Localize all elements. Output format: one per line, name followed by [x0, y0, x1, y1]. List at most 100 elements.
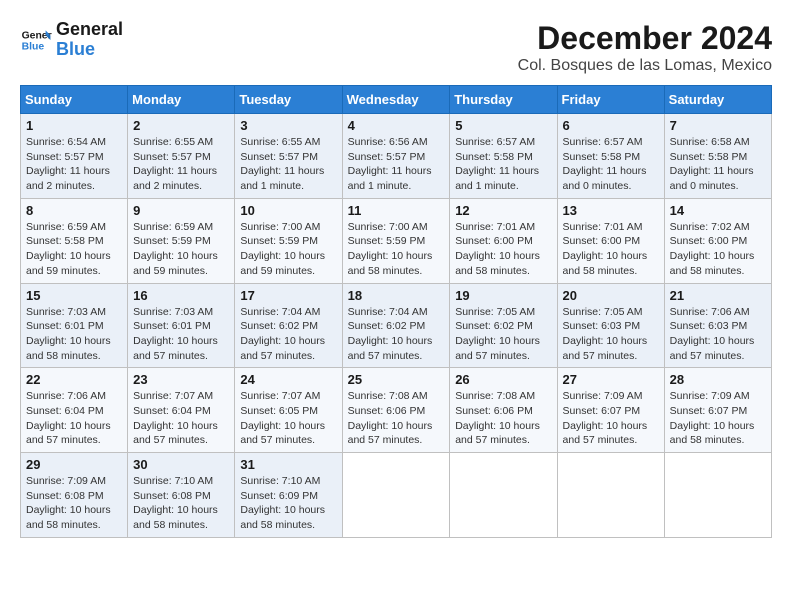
day-info: Sunrise: 7:01 AM Sunset: 6:00 PM Dayligh… [455, 220, 551, 279]
day-info: Sunrise: 6:54 AM Sunset: 5:57 PM Dayligh… [26, 135, 122, 194]
day-number: 21 [670, 288, 766, 303]
day-number: 30 [133, 457, 229, 472]
month-title: December 2024 [518, 20, 772, 57]
calendar-cell: 17 Sunrise: 7:04 AM Sunset: 6:02 PM Dayli… [235, 283, 342, 368]
day-number: 31 [240, 457, 336, 472]
calendar-cell [664, 453, 771, 538]
day-number: 2 [133, 118, 229, 133]
day-info: Sunrise: 7:03 AM Sunset: 6:01 PM Dayligh… [133, 305, 229, 364]
day-number: 28 [670, 372, 766, 387]
calendar-week-5: 29 Sunrise: 7:09 AM Sunset: 6:08 PM Dayli… [21, 453, 772, 538]
day-number: 29 [26, 457, 122, 472]
day-info: Sunrise: 6:59 AM Sunset: 5:58 PM Dayligh… [26, 220, 122, 279]
day-info: Sunrise: 7:10 AM Sunset: 6:08 PM Dayligh… [133, 474, 229, 533]
day-number: 25 [348, 372, 445, 387]
day-info: Sunrise: 7:09 AM Sunset: 6:07 PM Dayligh… [670, 389, 766, 448]
day-number: 5 [455, 118, 551, 133]
day-number: 10 [240, 203, 336, 218]
calendar-week-2: 8 Sunrise: 6:59 AM Sunset: 5:58 PM Daylig… [21, 198, 772, 283]
day-number: 20 [563, 288, 659, 303]
calendar-cell: 26Sunrise: 7:08 AM Sunset: 6:06 PM Dayli… [450, 368, 557, 453]
day-number: 24 [240, 372, 336, 387]
svg-text:Blue: Blue [22, 41, 45, 52]
header-row: Sunday Monday Tuesday Wednesday Thursday… [21, 86, 772, 114]
calendar-cell: 9 Sunrise: 6:59 AM Sunset: 5:59 PM Daylig… [128, 198, 235, 283]
day-info: Sunrise: 7:06 AM Sunset: 6:04 PM Dayligh… [26, 389, 122, 448]
day-number: 19 [455, 288, 551, 303]
day-number: 12 [455, 203, 551, 218]
calendar-cell: 14 Sunrise: 7:02 AM Sunset: 6:00 PM Dayli… [664, 198, 771, 283]
calendar-cell: 12 Sunrise: 7:01 AM Sunset: 6:00 PM Dayli… [450, 198, 557, 283]
day-number: 26 [455, 372, 551, 387]
col-monday: Monday [128, 86, 235, 114]
day-info: Sunrise: 7:08 AM Sunset: 6:06 PM Dayligh… [348, 389, 445, 448]
day-info: Sunrise: 7:02 AM Sunset: 6:00 PM Dayligh… [670, 220, 766, 279]
day-number: 14 [670, 203, 766, 218]
day-number: 9 [133, 203, 229, 218]
day-info: Sunrise: 6:59 AM Sunset: 5:59 PM Dayligh… [133, 220, 229, 279]
calendar-week-4: 22 Sunrise: 7:06 AM Sunset: 6:04 PM Dayli… [21, 368, 772, 453]
day-number: 18 [348, 288, 445, 303]
col-sunday: Sunday [21, 86, 128, 114]
header: General Blue General Blue December 2024 … [20, 20, 772, 75]
day-number: 6 [563, 118, 659, 133]
calendar-cell: 28 Sunrise: 7:09 AM Sunset: 6:07 PM Dayli… [664, 368, 771, 453]
calendar-cell: 1 Sunrise: 6:54 AM Sunset: 5:57 PM Daylig… [21, 114, 128, 199]
day-info: Sunrise: 7:00 AM Sunset: 5:59 PM Dayligh… [240, 220, 336, 279]
day-info: Sunrise: 6:57 AM Sunset: 5:58 PM Dayligh… [563, 135, 659, 194]
location-title: Col. Bosques de las Lomas, Mexico [518, 57, 772, 75]
day-number: 3 [240, 118, 336, 133]
calendar-cell: 2Sunrise: 6:55 AM Sunset: 5:57 PM Daylig… [128, 114, 235, 199]
calendar-cell: 13 Sunrise: 7:01 AM Sunset: 6:00 PM Dayli… [557, 198, 664, 283]
day-info: Sunrise: 7:09 AM Sunset: 6:07 PM Dayligh… [563, 389, 659, 448]
day-number: 13 [563, 203, 659, 218]
day-info: Sunrise: 6:55 AM Sunset: 5:57 PM Dayligh… [240, 135, 336, 194]
calendar-cell: 7 Sunrise: 6:58 AM Sunset: 5:58 PM Daylig… [664, 114, 771, 199]
calendar-cell: 6 Sunrise: 6:57 AM Sunset: 5:58 PM Daylig… [557, 114, 664, 199]
title-area: December 2024 Col. Bosques de las Lomas,… [518, 20, 772, 75]
col-saturday: Saturday [664, 86, 771, 114]
logo-text: General Blue [56, 20, 123, 60]
day-info: Sunrise: 7:03 AM Sunset: 6:01 PM Dayligh… [26, 305, 122, 364]
calendar-cell: 10 Sunrise: 7:00 AM Sunset: 5:59 PM Dayli… [235, 198, 342, 283]
calendar-cell: 29 Sunrise: 7:09 AM Sunset: 6:08 PM Dayli… [21, 453, 128, 538]
day-info: Sunrise: 7:01 AM Sunset: 6:00 PM Dayligh… [563, 220, 659, 279]
calendar-week-3: 15 Sunrise: 7:03 AM Sunset: 6:01 PM Dayli… [21, 283, 772, 368]
day-number: 4 [348, 118, 445, 133]
day-info: Sunrise: 7:04 AM Sunset: 6:02 PM Dayligh… [348, 305, 445, 364]
day-number: 8 [26, 203, 122, 218]
calendar-cell: 4 Sunrise: 6:56 AM Sunset: 5:57 PM Daylig… [342, 114, 450, 199]
day-info: Sunrise: 7:05 AM Sunset: 6:02 PM Dayligh… [455, 305, 551, 364]
calendar-cell: 31 Sunrise: 7:10 AM Sunset: 6:09 PM Dayli… [235, 453, 342, 538]
day-number: 22 [26, 372, 122, 387]
day-number: 1 [26, 118, 122, 133]
logo: General Blue General Blue [20, 20, 123, 60]
calendar-cell: 21Sunrise: 7:06 AM Sunset: 6:03 PM Dayli… [664, 283, 771, 368]
calendar-cell [342, 453, 450, 538]
calendar-cell: 8 Sunrise: 6:59 AM Sunset: 5:58 PM Daylig… [21, 198, 128, 283]
calendar-cell: 30 Sunrise: 7:10 AM Sunset: 6:08 PM Dayli… [128, 453, 235, 538]
col-friday: Friday [557, 86, 664, 114]
logo-icon: General Blue [20, 24, 52, 56]
day-info: Sunrise: 7:04 AM Sunset: 6:02 PM Dayligh… [240, 305, 336, 364]
day-number: 7 [670, 118, 766, 133]
col-wednesday: Wednesday [342, 86, 450, 114]
day-info: Sunrise: 7:07 AM Sunset: 6:05 PM Dayligh… [240, 389, 336, 448]
calendar-cell [450, 453, 557, 538]
calendar-cell: 23Sunrise: 7:07 AM Sunset: 6:04 PM Dayli… [128, 368, 235, 453]
day-info: Sunrise: 7:09 AM Sunset: 6:08 PM Dayligh… [26, 474, 122, 533]
day-number: 17 [240, 288, 336, 303]
day-info: Sunrise: 6:58 AM Sunset: 5:58 PM Dayligh… [670, 135, 766, 194]
calendar-cell: 27 Sunrise: 7:09 AM Sunset: 6:07 PM Dayli… [557, 368, 664, 453]
day-number: 27 [563, 372, 659, 387]
day-info: Sunrise: 7:10 AM Sunset: 6:09 PM Dayligh… [240, 474, 336, 533]
calendar: Sunday Monday Tuesday Wednesday Thursday… [20, 85, 772, 538]
col-thursday: Thursday [450, 86, 557, 114]
day-info: Sunrise: 6:56 AM Sunset: 5:57 PM Dayligh… [348, 135, 445, 194]
day-number: 23 [133, 372, 229, 387]
day-info: Sunrise: 7:00 AM Sunset: 5:59 PM Dayligh… [348, 220, 445, 279]
calendar-cell: 25 Sunrise: 7:08 AM Sunset: 6:06 PM Dayli… [342, 368, 450, 453]
day-number: 15 [26, 288, 122, 303]
calendar-cell: 3 Sunrise: 6:55 AM Sunset: 5:57 PM Daylig… [235, 114, 342, 199]
calendar-cell: 5Sunrise: 6:57 AM Sunset: 5:58 PM Daylig… [450, 114, 557, 199]
